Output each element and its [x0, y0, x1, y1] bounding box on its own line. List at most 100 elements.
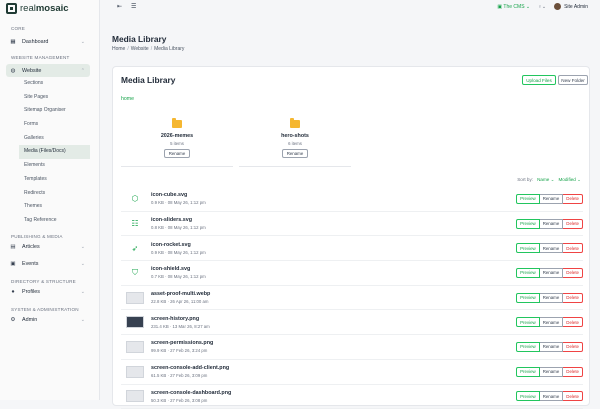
sort-modified[interactable]: Modified ⌄	[558, 177, 581, 183]
cube-icon: ⬡	[126, 193, 144, 205]
preview-button[interactable]: Preview	[516, 293, 540, 303]
delete-button[interactable]: Delete	[563, 342, 583, 352]
rename-button[interactable]: Rename	[540, 367, 564, 377]
new-folder-button[interactable]: New Folder	[558, 75, 588, 85]
user-menu[interactable]: Site Admin	[554, 3, 588, 10]
preview-button[interactable]: Preview	[516, 194, 540, 204]
image-thumbnail	[126, 292, 144, 304]
breadcrumb-website[interactable]: Website	[131, 46, 149, 52]
sort-name-label: Name	[537, 177, 549, 182]
image-thumbnail	[126, 341, 144, 353]
sidebar-sub-templates[interactable]: Templates	[0, 173, 90, 187]
sort-name[interactable]: Name ⌄	[537, 177, 554, 183]
rename-button[interactable]: Rename	[540, 317, 564, 327]
chevron-icon: ⌄	[81, 39, 85, 45]
folder-name: 2026-memes	[121, 133, 233, 139]
list-item[interactable]: screen-permissions.png99.9 KB · 27 Feb 2…	[121, 335, 583, 360]
delete-button[interactable]: Delete	[563, 317, 583, 327]
sidebar-sub-sections[interactable]: Sections	[0, 77, 90, 91]
sidebar-sub-forms[interactable]: Forms	[0, 118, 90, 132]
preview-button[interactable]: Preview	[516, 367, 540, 377]
list-item[interactable]: ☷ icon-sliders.svg0.8 KB · 08 May 26, 1:…	[121, 212, 583, 237]
chevron-icon: ⌄	[81, 317, 85, 323]
brand-logo[interactable]: realmosaic	[0, 0, 99, 16]
sidebar-sub-elements[interactable]: Elements	[0, 159, 90, 173]
cms-switcher[interactable]: ▣ The CMS ⌄	[497, 4, 530, 10]
folder-count: 6 items	[239, 141, 351, 146]
sidebar-toggle-icon[interactable]: ⇤	[117, 3, 122, 10]
delete-button[interactable]: Delete	[563, 219, 583, 229]
sort-modified-label: Modified	[558, 177, 575, 182]
breadcrumb-home[interactable]: Home	[112, 46, 125, 52]
list-item[interactable]: asset-proof-multi.webp22.8 KB · 26 Apr 2…	[121, 286, 583, 311]
sidebar-item-label: Events	[22, 261, 38, 267]
delete-button[interactable]: Delete	[563, 268, 583, 278]
sidebar-sub-themes[interactable]: Themes	[0, 200, 90, 214]
list-item[interactable]: ⛉ icon-shield.svg0.7 KB · 08 May 26, 1:1…	[121, 261, 583, 286]
calendar-icon: ▣	[10, 261, 16, 267]
sidebar-item-events[interactable]: ▣Events⌄	[6, 258, 90, 271]
cms-label: The CMS	[503, 4, 524, 10]
sidebar-item-profiles[interactable]: ●Profiles⌄	[6, 286, 90, 299]
sidebar-item-label: Profiles	[22, 289, 40, 295]
lightbulb-icon[interactable]: ♀⌄	[538, 4, 546, 10]
file-name: asset-proof-multi.webp	[151, 291, 210, 297]
delete-button[interactable]: Delete	[563, 194, 583, 204]
sidebar-sub-site-pages[interactable]: Site Pages	[0, 91, 90, 105]
rename-button[interactable]: Rename	[540, 268, 564, 278]
avatar	[554, 3, 561, 10]
folder-rename-button[interactable]: Rename	[164, 149, 191, 158]
section-directory: DIRECTORY & STRUCTURE	[0, 277, 99, 286]
rocket-icon: ➶	[126, 242, 144, 254]
delete-button[interactable]: Delete	[563, 367, 583, 377]
sidebar-sub-tag-reference[interactable]: Tag Reference	[0, 214, 90, 228]
sidebar-sub-media[interactable]: Media (Files/Docs)	[19, 145, 90, 159]
folder-tile[interactable]: hero-shots 6 items Rename	[239, 117, 351, 167]
preview-button[interactable]: Preview	[516, 219, 540, 229]
sidebar-item-website[interactable]: ◍Website⌃	[6, 64, 90, 77]
sidebar-sub-sitemap[interactable]: Sitemap Organiser	[0, 104, 90, 118]
file-meta: 61.5 KB · 27 Feb 26, 3:09 pm	[151, 373, 229, 378]
folder-rename-button[interactable]: Rename	[282, 149, 309, 158]
list-item[interactable]: ⬡ icon-cube.svg0.9 KB · 08 May 26, 1:12 …	[121, 187, 583, 212]
preview-button[interactable]: Preview	[516, 243, 540, 253]
list-item[interactable]: screen-console-dashboard.png50.3 KB · 27…	[121, 385, 583, 409]
breadcrumb: Home/Website/Media Library	[112, 46, 184, 52]
rename-button[interactable]: Rename	[540, 243, 564, 253]
delete-button[interactable]: Delete	[563, 293, 583, 303]
upload-files-button[interactable]: Upload Files	[522, 75, 556, 85]
folder-icon	[172, 120, 182, 128]
list-item[interactable]: screen-console-add-client.png61.5 KB · 2…	[121, 360, 583, 385]
sidebar-item-label: Dashboard	[22, 39, 48, 45]
file-list: ⬡ icon-cube.svg0.9 KB · 08 May 26, 1:12 …	[121, 187, 583, 409]
home-link[interactable]: home	[121, 96, 134, 102]
list-item[interactable]: ➶ icon-rocket.svg0.9 KB · 08 May 26, 1:1…	[121, 236, 583, 261]
preview-button[interactable]: Preview	[516, 268, 540, 278]
preview-button[interactable]: Preview	[516, 317, 540, 327]
rename-button[interactable]: Rename	[540, 342, 564, 352]
sort-bar: Sort by: Name ⌄ Modified ⌄	[517, 177, 581, 183]
folder-tile[interactable]: 2026-memes 5 items Rename	[121, 117, 233, 167]
rename-button[interactable]: Rename	[540, 293, 564, 303]
image-thumbnail	[126, 390, 144, 402]
file-meta: 0.9 KB · 08 May 26, 1:12 pm	[151, 200, 206, 205]
sidebar-item-articles[interactable]: ▤Articles⌄	[6, 241, 90, 254]
folder-name: hero-shots	[239, 133, 351, 139]
rename-button[interactable]: Rename	[540, 194, 564, 204]
logo-icon	[6, 3, 17, 14]
section-system: SYSTEM & ADMINISTRATION	[0, 305, 99, 314]
preview-button[interactable]: Preview	[516, 342, 540, 352]
user-icon: ●	[10, 289, 16, 295]
sidebar-sub-redirects[interactable]: Redirects	[0, 187, 90, 201]
sidebar: realmosaic CORE ▦Dashboard⌄ WEBSITE MANA…	[0, 0, 100, 400]
file-name: screen-permissions.png	[151, 340, 213, 346]
file-name: icon-sliders.svg	[151, 217, 206, 223]
sidebar-item-dashboard[interactable]: ▦Dashboard⌄	[6, 35, 90, 48]
sidebar-sub-galleries[interactable]: Galleries	[0, 132, 90, 146]
rename-button[interactable]: Rename	[540, 219, 564, 229]
collapse-icon[interactable]: ☰	[131, 3, 136, 10]
delete-button[interactable]: Delete	[563, 243, 583, 253]
list-item[interactable]: screen-history.png231.4 KB · 13 Mar 26, …	[121, 310, 583, 335]
sidebar-item-admin[interactable]: ⚙Admin⌄	[6, 314, 90, 327]
image-thumbnail	[126, 316, 144, 328]
